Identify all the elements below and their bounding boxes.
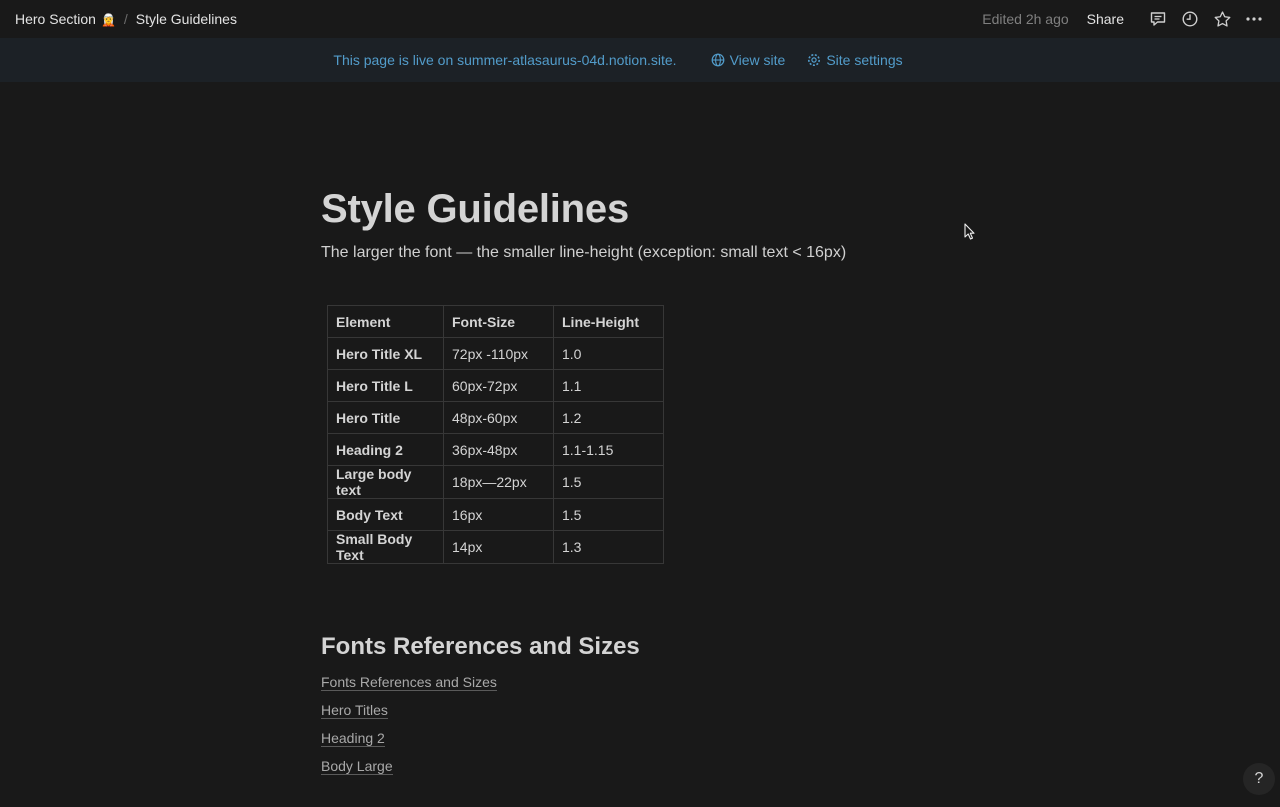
view-site-link[interactable]: View site: [711, 52, 786, 68]
page-link[interactable]: Hero Titles: [321, 702, 388, 719]
table-cell[interactable]: 1.0: [553, 337, 664, 370]
list-item: Fonts References and Sizes: [321, 672, 497, 700]
table-cell[interactable]: Large body text: [327, 465, 444, 499]
page-subtitle[interactable]: The larger the font — the smaller line-h…: [321, 242, 961, 264]
table-row: Hero Title L 60px-72px 1.1: [327, 369, 664, 402]
globe-icon: [711, 53, 724, 67]
fonts-section-heading[interactable]: Fonts References and Sizes: [321, 632, 640, 662]
table-row: Body Text 16px 1.5: [327, 498, 664, 531]
table-row: Hero Title 48px-60px 1.2: [327, 401, 664, 434]
table-cell[interactable]: 18px—22px: [443, 465, 554, 499]
elf-emoji-icon: 🧝: [100, 13, 116, 27]
site-settings-link[interactable]: Site settings: [807, 52, 903, 68]
table-cell[interactable]: 72px -110px: [443, 337, 554, 370]
table-row: Large body text 18px—22px 1.5: [327, 465, 664, 499]
top-bar: Hero Section 🧝 / Style Guidelines Edited …: [0, 0, 1280, 38]
table-cell[interactable]: 1.1: [553, 369, 664, 402]
star-icon[interactable]: [1210, 7, 1234, 31]
table-cell[interactable]: 14px: [443, 530, 554, 564]
table-cell[interactable]: 1.2: [553, 401, 664, 434]
table-cell[interactable]: 48px-60px: [443, 401, 554, 434]
table-cell[interactable]: 60px-72px: [443, 369, 554, 402]
help-button[interactable]: ?: [1243, 763, 1275, 795]
fonts-link-list: Fonts References and Sizes Hero Titles H…: [321, 672, 497, 784]
table-cell[interactable]: 1.5: [553, 465, 664, 499]
live-site-banner: This page is live on summer-atlasaurus-0…: [0, 38, 1280, 82]
table-header-row: Element Font-Size Line-Height: [327, 305, 664, 338]
table-cell[interactable]: Hero Title L: [327, 369, 444, 402]
table-header-cell[interactable]: Element: [327, 305, 444, 338]
breadcrumb-item-hero-section[interactable]: Hero Section 🧝: [15, 9, 116, 29]
table-cell[interactable]: 1.3: [553, 530, 664, 564]
more-icon[interactable]: [1242, 7, 1266, 31]
table-cell[interactable]: 36px-48px: [443, 433, 554, 466]
edited-timestamp: Edited 2h ago: [982, 11, 1069, 27]
page-title[interactable]: Style Guidelines: [321, 186, 961, 232]
table-cell[interactable]: Heading 2: [327, 433, 444, 466]
table-row: Hero Title XL 72px -110px 1.0: [327, 337, 664, 370]
table-cell[interactable]: 1.1-1.15: [553, 433, 664, 466]
breadcrumb-label: Hero Section: [15, 11, 96, 27]
view-site-label: View site: [729, 52, 786, 68]
table-header-cell[interactable]: Line-Height: [553, 305, 664, 338]
page-link[interactable]: Body Large: [321, 758, 393, 775]
site-settings-label: Site settings: [826, 52, 903, 68]
live-site-text: This page is live on summer-atlasaurus-0…: [333, 52, 677, 68]
share-button[interactable]: Share: [1087, 11, 1124, 27]
table-cell[interactable]: Hero Title: [327, 401, 444, 434]
table-row: Heading 2 36px-48px 1.1-1.15: [327, 433, 664, 466]
style-guidelines-table: Element Font-Size Line-Height Hero Title…: [327, 305, 664, 564]
page-link[interactable]: Fonts References and Sizes: [321, 674, 497, 691]
page-link[interactable]: Heading 2: [321, 730, 385, 747]
page-content: Style Guidelines The larger the font — t…: [321, 186, 961, 264]
table-cell[interactable]: Body Text: [327, 498, 444, 531]
table-cell[interactable]: Small Body Text: [327, 530, 444, 564]
list-item: Body Large: [321, 756, 497, 784]
table-cell[interactable]: 16px: [443, 498, 554, 531]
breadcrumb: Hero Section 🧝 / Style Guidelines: [15, 9, 237, 29]
gear-icon: [808, 54, 821, 66]
clock-icon[interactable]: [1178, 7, 1202, 31]
mouse-cursor-icon: [964, 223, 975, 240]
breadcrumb-item-style-guidelines[interactable]: Style Guidelines: [136, 9, 237, 29]
list-item: Heading 2: [321, 728, 497, 756]
breadcrumb-separator: /: [123, 11, 128, 27]
list-item: Hero Titles: [321, 700, 497, 728]
table-header-cell[interactable]: Font-Size: [443, 305, 554, 338]
table-row: Small Body Text 14px 1.3: [327, 530, 664, 564]
table-cell[interactable]: Hero Title XL: [327, 337, 444, 370]
table-cell[interactable]: 1.5: [553, 498, 664, 531]
comment-icon[interactable]: [1146, 7, 1170, 31]
top-right-actions: Edited 2h ago Share: [982, 7, 1266, 31]
